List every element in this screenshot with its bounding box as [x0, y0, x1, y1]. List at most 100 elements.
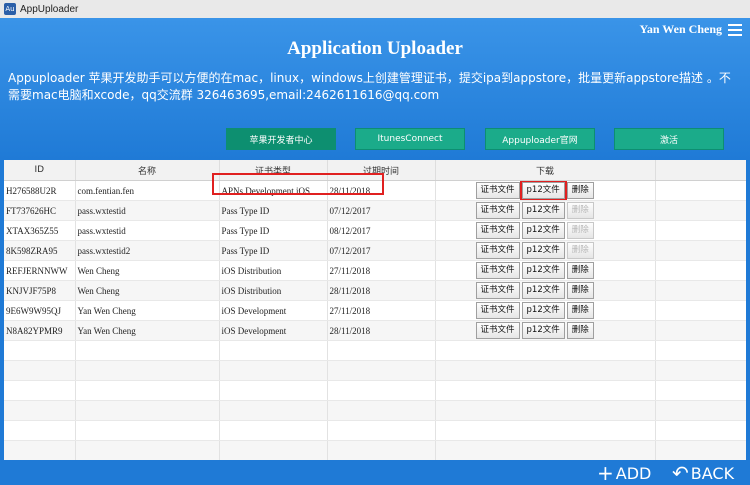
- cell-expiry: 27/11/2018: [327, 260, 436, 281]
- cert-file-button[interactable]: 证书文件: [475, 302, 520, 319]
- delete-button[interactable]: 删除: [566, 182, 594, 199]
- cell-type: iOS Development: [219, 300, 328, 321]
- cell-download: 证书文件 p12文件 删除: [435, 180, 656, 201]
- cell-type: iOS Development: [219, 320, 328, 341]
- cell-extra: [655, 200, 746, 221]
- footer: + ADD ↶ BACK: [0, 460, 750, 485]
- header: Yan Wen Cheng Application Uploader Appup…: [0, 18, 750, 160]
- cert-file-button[interactable]: 证书文件: [475, 222, 520, 239]
- user-name[interactable]: Yan Wen Cheng: [640, 22, 722, 37]
- apple-dev-center-button[interactable]: 苹果开发者中心: [226, 128, 336, 150]
- cell-id: REFJERNNWW: [4, 260, 76, 281]
- cell-download: 证书文件 p12文件 删除: [435, 320, 656, 341]
- empty-row: [4, 420, 746, 441]
- table-row[interactable]: H276588U2R com.fentian.fen APNs Developmen…: [4, 180, 746, 201]
- window-title: AppUploader: [20, 3, 79, 15]
- empty-row: [4, 440, 746, 460]
- cell-expiry: 28/11/2018: [327, 320, 436, 341]
- delete-button[interactable]: 删除: [566, 302, 594, 319]
- cell-expiry: 08/12/2017: [327, 220, 436, 241]
- cert-file-button[interactable]: 证书文件: [475, 282, 520, 299]
- table-row[interactable]: XTAX365Z55 pass.wxtestid Pass Type ID 08/12…: [4, 220, 746, 241]
- table-row[interactable]: REFJERNNWW Wen Cheng iOS Distribution 27/11…: [4, 260, 746, 281]
- cert-file-button[interactable]: 证书文件: [475, 262, 520, 279]
- cell-download: 证书文件 p12文件 删除: [435, 260, 656, 281]
- p12-file-button[interactable]: p12文件: [521, 302, 565, 319]
- cell-id: FT737626HC: [4, 200, 76, 221]
- back-arrow-icon: ↶: [672, 461, 689, 485]
- cell-expiry: 28/11/2018: [327, 280, 436, 301]
- cell-download: 证书文件 p12文件 删除: [435, 200, 656, 221]
- cell-id: 9E6W9W95QJ: [4, 300, 76, 321]
- cell-expiry: 27/11/2018: [327, 300, 436, 321]
- certificate-table: ID 名称 证书类型 过期时间 下载 H276588U2R com.fentian…: [4, 160, 746, 460]
- nav-bar: 苹果开发者中心 ItunesConnect Appuploader官网 激活: [0, 128, 750, 150]
- itunes-connect-button[interactable]: ItunesConnect: [355, 128, 465, 150]
- delete-button[interactable]: 删除: [566, 262, 594, 279]
- cell-type: iOS Distribution: [219, 260, 328, 281]
- p12-file-button[interactable]: p12文件: [519, 180, 567, 200]
- cell-name: Yan Wen Cheng: [75, 320, 220, 341]
- page-title: Application Uploader: [287, 38, 463, 59]
- appuploader-site-button[interactable]: Appuploader官网: [485, 128, 595, 150]
- empty-row: [4, 400, 746, 421]
- cell-name: pass.wxtestid2: [75, 240, 220, 261]
- cell-expiry: 07/12/2017: [327, 200, 436, 221]
- cell-download: 证书文件 p12文件 删除: [435, 300, 656, 321]
- table-row[interactable]: FT737626HC pass.wxtestid Pass Type ID 07/12…: [4, 200, 746, 221]
- cell-expiry: 28/11/2018: [327, 180, 436, 201]
- table-row[interactable]: 8K598ZRA95 pass.wxtestid2 Pass Type ID 07/1…: [4, 240, 746, 261]
- cell-id: N8A82YPMR9: [4, 320, 76, 341]
- p12-file-button[interactable]: p12文件: [521, 322, 565, 339]
- cell-name: pass.wxtestid: [75, 200, 220, 221]
- p12-file-button[interactable]: p12文件: [521, 282, 565, 299]
- cell-download: 证书文件 p12文件 删除: [435, 220, 656, 241]
- delete-button[interactable]: 删除: [566, 322, 594, 339]
- cell-type: Pass Type ID: [219, 220, 328, 241]
- col-name[interactable]: 名称: [75, 160, 220, 181]
- cell-id: XTAX365Z55: [4, 220, 76, 241]
- p12-file-button[interactable]: p12文件: [521, 262, 565, 279]
- delete-button: 删除: [566, 242, 594, 259]
- table-row[interactable]: N8A82YPMR9 Yan Wen Cheng iOS Development 28…: [4, 320, 746, 341]
- cell-type: Pass Type ID: [219, 200, 328, 221]
- hamburger-menu-icon[interactable]: [728, 24, 742, 36]
- empty-row: [4, 360, 746, 381]
- app-logo-icon: Au: [4, 3, 16, 15]
- cell-extra: [655, 240, 746, 261]
- col-expiry[interactable]: 过期时间: [327, 160, 436, 181]
- col-download[interactable]: 下载: [435, 160, 656, 181]
- app-description: Appuploader 苹果开发助手可以方便的在mac，linux，window…: [8, 71, 731, 102]
- p12-file-button[interactable]: p12文件: [521, 242, 565, 259]
- cell-extra: [655, 320, 746, 341]
- cert-file-button[interactable]: 证书文件: [475, 242, 520, 259]
- cell-extra: [655, 260, 746, 281]
- cell-id: KNJVJF75P8: [4, 280, 76, 301]
- title-bar: Au AppUploader: [0, 0, 750, 19]
- table-row[interactable]: 9E6W9W95QJ Yan Wen Cheng iOS Development 27…: [4, 300, 746, 321]
- cell-type: Pass Type ID: [219, 240, 328, 261]
- table-row[interactable]: KNJVJF75P8 Wen Cheng iOS Distribution 28/11…: [4, 280, 746, 301]
- back-button[interactable]: ↶ BACK: [672, 461, 734, 485]
- p12-file-button[interactable]: p12文件: [521, 202, 565, 219]
- cell-download: 证书文件 p12文件 删除: [435, 280, 656, 301]
- cell-extra: [655, 180, 746, 201]
- empty-row: [4, 340, 746, 361]
- col-type[interactable]: 证书类型: [219, 160, 328, 181]
- cell-extra: [655, 220, 746, 241]
- cell-id: H276588U2R: [4, 180, 76, 201]
- cell-download: 证书文件 p12文件 删除: [435, 240, 656, 261]
- cell-name: Wen Cheng: [75, 280, 220, 301]
- cell-name: Yan Wen Cheng: [75, 300, 220, 321]
- cert-file-button[interactable]: 证书文件: [475, 322, 520, 339]
- cert-file-button[interactable]: 证书文件: [475, 202, 520, 219]
- delete-button[interactable]: 删除: [566, 282, 594, 299]
- add-button[interactable]: + ADD: [597, 461, 651, 485]
- p12-file-button[interactable]: p12文件: [521, 222, 565, 239]
- col-id[interactable]: ID: [4, 160, 76, 181]
- activate-button[interactable]: 激活: [614, 128, 724, 150]
- cert-file-button[interactable]: 证书文件: [475, 182, 520, 199]
- table-header: ID 名称 证书类型 过期时间 下载: [4, 160, 746, 181]
- cell-extra: [655, 280, 746, 301]
- cell-name: pass.wxtestid: [75, 220, 220, 241]
